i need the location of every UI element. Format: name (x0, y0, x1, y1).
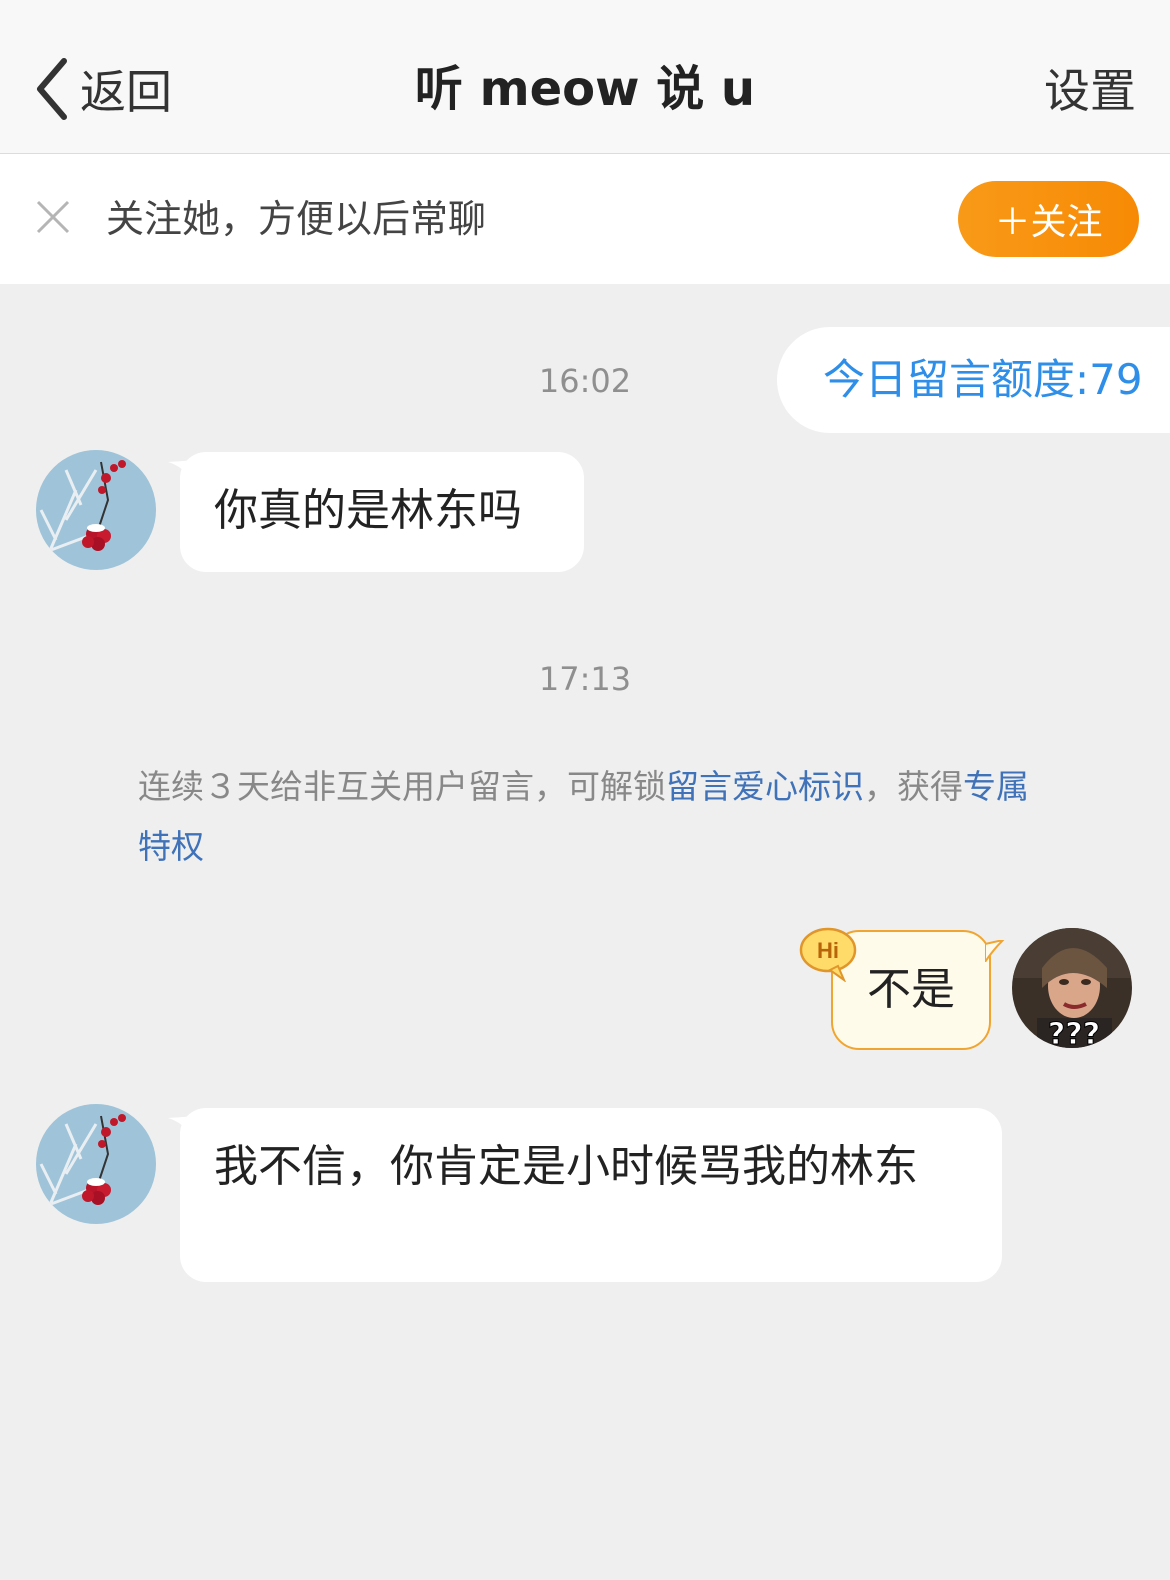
bubble-tail (168, 1116, 198, 1142)
berry-branch-avatar-image (36, 1104, 156, 1224)
system-note: 连续３天给非互关用户留言，可解锁留言爱心标识，获得专属特权 (138, 757, 1038, 877)
avatar[interactable] (36, 1104, 156, 1224)
hi-badge-label: Hi (817, 938, 839, 963)
reaction-meme-avatar-image: ??? (1012, 928, 1132, 1048)
message-text: 你真的是林东吗 (214, 485, 522, 536)
timestamp: 16:02 (538, 362, 632, 400)
message-bubble-incoming[interactable]: 你真的是林东吗 (168, 452, 584, 572)
hi-bubble-icon: Hi (799, 927, 857, 982)
berry-branch-avatar-image (36, 450, 156, 570)
message-bubble-incoming[interactable]: 我不信，你肯定是小时候骂我的林东 (168, 1108, 1002, 1282)
my-avatar[interactable]: ??? (1012, 928, 1132, 1048)
timestamp: 17:13 (538, 660, 632, 698)
bubble-tail (985, 940, 1005, 962)
avatar[interactable] (36, 450, 156, 570)
chat-screen: 返回 听 meow 说 u 设置 关注她，方便以后常聊 ＋关注 今日留言额度:7… (0, 0, 1170, 1580)
follow-prompt: 关注她，方便以后常聊 (106, 197, 487, 241)
bubble-tail (168, 460, 198, 486)
follow-button[interactable]: ＋关注 (958, 181, 1139, 257)
chat-title: 听 meow 说 u (414, 61, 756, 117)
message-text: 不是 (867, 964, 955, 1015)
message-text: 我不信，你肯定是小时候骂我的林东 (214, 1141, 918, 1192)
settings-button[interactable]: 设置 (1044, 58, 1136, 124)
system-note-text: 连续３天给非互关用户留言，可解锁 (138, 767, 666, 806)
nav-header: 返回 听 meow 说 u 设置 (0, 0, 1170, 154)
system-note-text: ，获得 (864, 767, 963, 806)
love-badge-link[interactable]: 留言爱心标识 (666, 767, 864, 806)
close-icon[interactable] (36, 200, 70, 234)
avatar-caption: ??? (1048, 1017, 1100, 1048)
